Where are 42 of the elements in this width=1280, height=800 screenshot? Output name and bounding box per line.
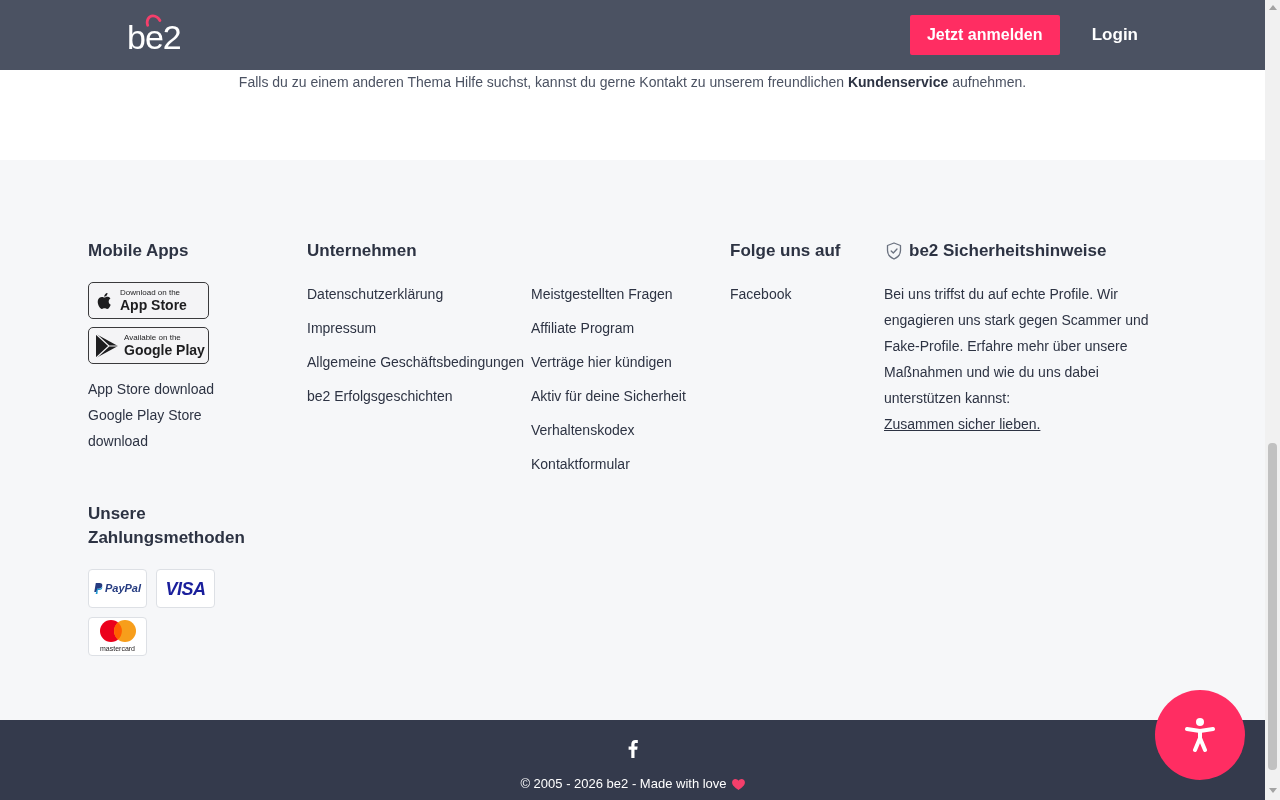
- play-triangle-icon: [95, 332, 119, 359]
- scroll-up-icon[interactable]: [1268, 5, 1277, 10]
- copyright-text: © 2005 - 2026 be2 - Made with love: [520, 775, 727, 793]
- footer-link[interactable]: Kontaktformular: [531, 454, 630, 474]
- person-icon: [1185, 718, 1215, 752]
- customer-service-link[interactable]: Kundenservice: [847, 74, 949, 90]
- brand-text: VISA: [165, 579, 206, 598]
- register-button[interactable]: Jetzt anmelden: [909, 15, 1060, 55]
- login-link[interactable]: Login: [1091, 22, 1138, 48]
- safety-link[interactable]: Zusammen sicher lieben.: [884, 416, 1041, 432]
- footer-link[interactable]: Verträge hier kündigen: [531, 352, 672, 372]
- section-heading: Unternehmen: [307, 240, 417, 262]
- shield-check-icon: [886, 242, 902, 260]
- footer-link[interactable]: be2 Erfolgsgeschichten: [307, 386, 453, 406]
- safety-text: Bei uns triffst du auf echte Profile. Wir engagieren uns stark gegen Scammer und Fake-Profile. Erfahre mehr über unsere Maßnahmen und wie du uns dabei unterstützen kannst: Zusammen sicher lieben.: [884, 285, 1149, 434]
- footer-link[interactable]: Affiliate Program: [531, 318, 635, 338]
- heart-icon: [731, 778, 745, 790]
- app-download-link[interactable]: Google Play Store download: [88, 402, 228, 454]
- footer-link[interactable]: Allgemeine Geschäftsbedingungen: [307, 352, 525, 372]
- help-notice: Falls du zu einem anderen Thema Hilfe suchst, kannst du gerne Kontakt zu unserem freundlichen Kundenservice aufnehmen.: [237, 74, 1028, 90]
- scrollbar[interactable]: [1265, 0, 1280, 800]
- heart-arc-icon: [145, 14, 162, 27]
- footer-link[interactable]: Aktiv für deine Sicherheit: [531, 386, 686, 406]
- footer-link[interactable]: Impressum: [307, 318, 377, 338]
- logo[interactable]: be2: [127, 20, 181, 54]
- section-heading: Mobile Apps: [88, 240, 189, 262]
- overlapping-circles-icon: [99, 620, 136, 642]
- section-heading: Unsere Zahlungsmethoden: [88, 503, 246, 549]
- footer-link[interactable]: Verhaltenskodex: [531, 420, 635, 440]
- scroll-down-icon[interactable]: [1268, 788, 1277, 793]
- facebook-icon[interactable]: [627, 740, 638, 758]
- footer-link[interactable]: Facebook: [730, 284, 792, 304]
- google-play-badge[interactable]: Available on the Google Play: [88, 327, 209, 364]
- section-heading: Folge uns auf: [730, 240, 841, 262]
- app-store-badge[interactable]: Download on the App Store: [88, 282, 209, 319]
- footer-link[interactable]: Datenschutzerklärung: [307, 284, 444, 304]
- brand-text: PayPal: [104, 583, 142, 594]
- section-heading: be2 Sicherheitshinweise: [909, 240, 1107, 262]
- app-download-link[interactable]: App Store download: [88, 376, 228, 402]
- paypal-p-icon: [93, 583, 103, 594]
- footer-link[interactable]: Meistgestellten Fragen: [531, 284, 673, 304]
- scrollbar-thumb[interactable]: [1268, 443, 1277, 770]
